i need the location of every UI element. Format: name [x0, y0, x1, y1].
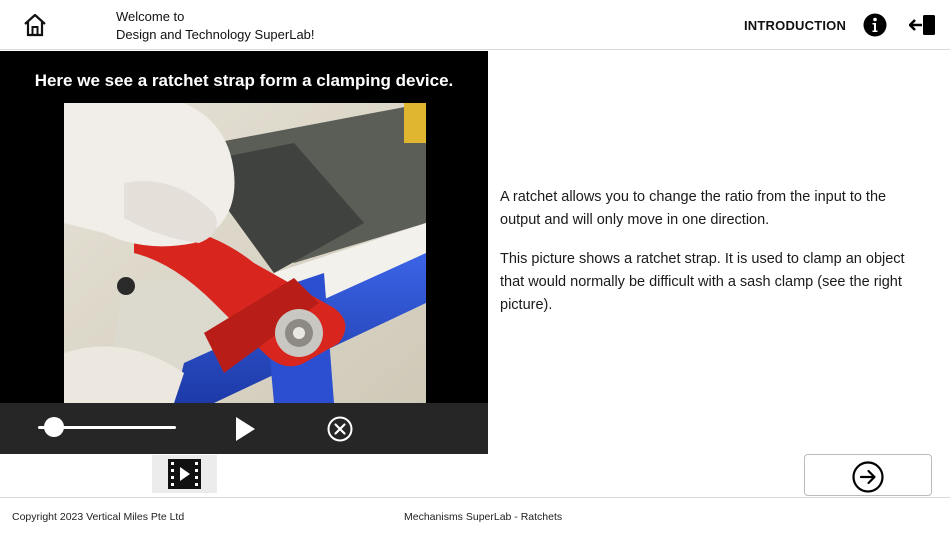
welcome-line-2: Design and Technology SuperLab!: [116, 27, 315, 42]
welcome-message: Welcome to Design and Technology SuperLa…: [116, 8, 315, 44]
next-page-button[interactable]: [804, 454, 932, 496]
introduction-link[interactable]: INTRODUCTION: [744, 18, 846, 33]
exit-button[interactable]: [908, 13, 937, 37]
video-frame[interactable]: [64, 103, 426, 403]
lab-title: Mechanisms SuperLab - Ratchets: [404, 511, 563, 523]
lesson-paragraph-2: This picture shows a ratchet strap. It i…: [500, 251, 905, 313]
play-button[interactable]: [234, 416, 256, 442]
welcome-line-1: Welcome to: [116, 9, 185, 24]
arrow-right-circle-icon: [852, 461, 884, 493]
video-progress-handle[interactable]: [43, 417, 64, 437]
lesson-paragraph-1: A ratchet allows you to change the ratio…: [500, 189, 887, 228]
footer-bar: Copyright 2023 Vertical Miles Pte Ltd Me…: [0, 497, 950, 534]
video-toggle-button[interactable]: [152, 455, 217, 493]
info-icon: [863, 13, 887, 37]
header-bar: Welcome to Design and Technology SuperLa…: [0, 0, 950, 50]
exit-icon: [908, 15, 935, 35]
video-player: Here we see a ratchet strap form a clamp…: [0, 51, 488, 454]
play-icon: [236, 417, 255, 441]
lesson-text: A ratchet allows you to change the ratio…: [500, 186, 930, 333]
video-controls: [0, 403, 488, 454]
info-button[interactable]: [863, 13, 887, 37]
home-icon: [24, 13, 46, 37]
close-circle-icon: [327, 416, 353, 442]
home-button[interactable]: [22, 12, 48, 38]
film-video-icon: [168, 459, 201, 489]
close-video-button[interactable]: [327, 416, 353, 442]
ratchet-strap-image: [64, 103, 426, 403]
copyright-text: Copyright 2023 Vertical Miles Pte Ltd: [12, 511, 185, 523]
video-caption: Here we see a ratchet strap form a clamp…: [34, 71, 454, 90]
